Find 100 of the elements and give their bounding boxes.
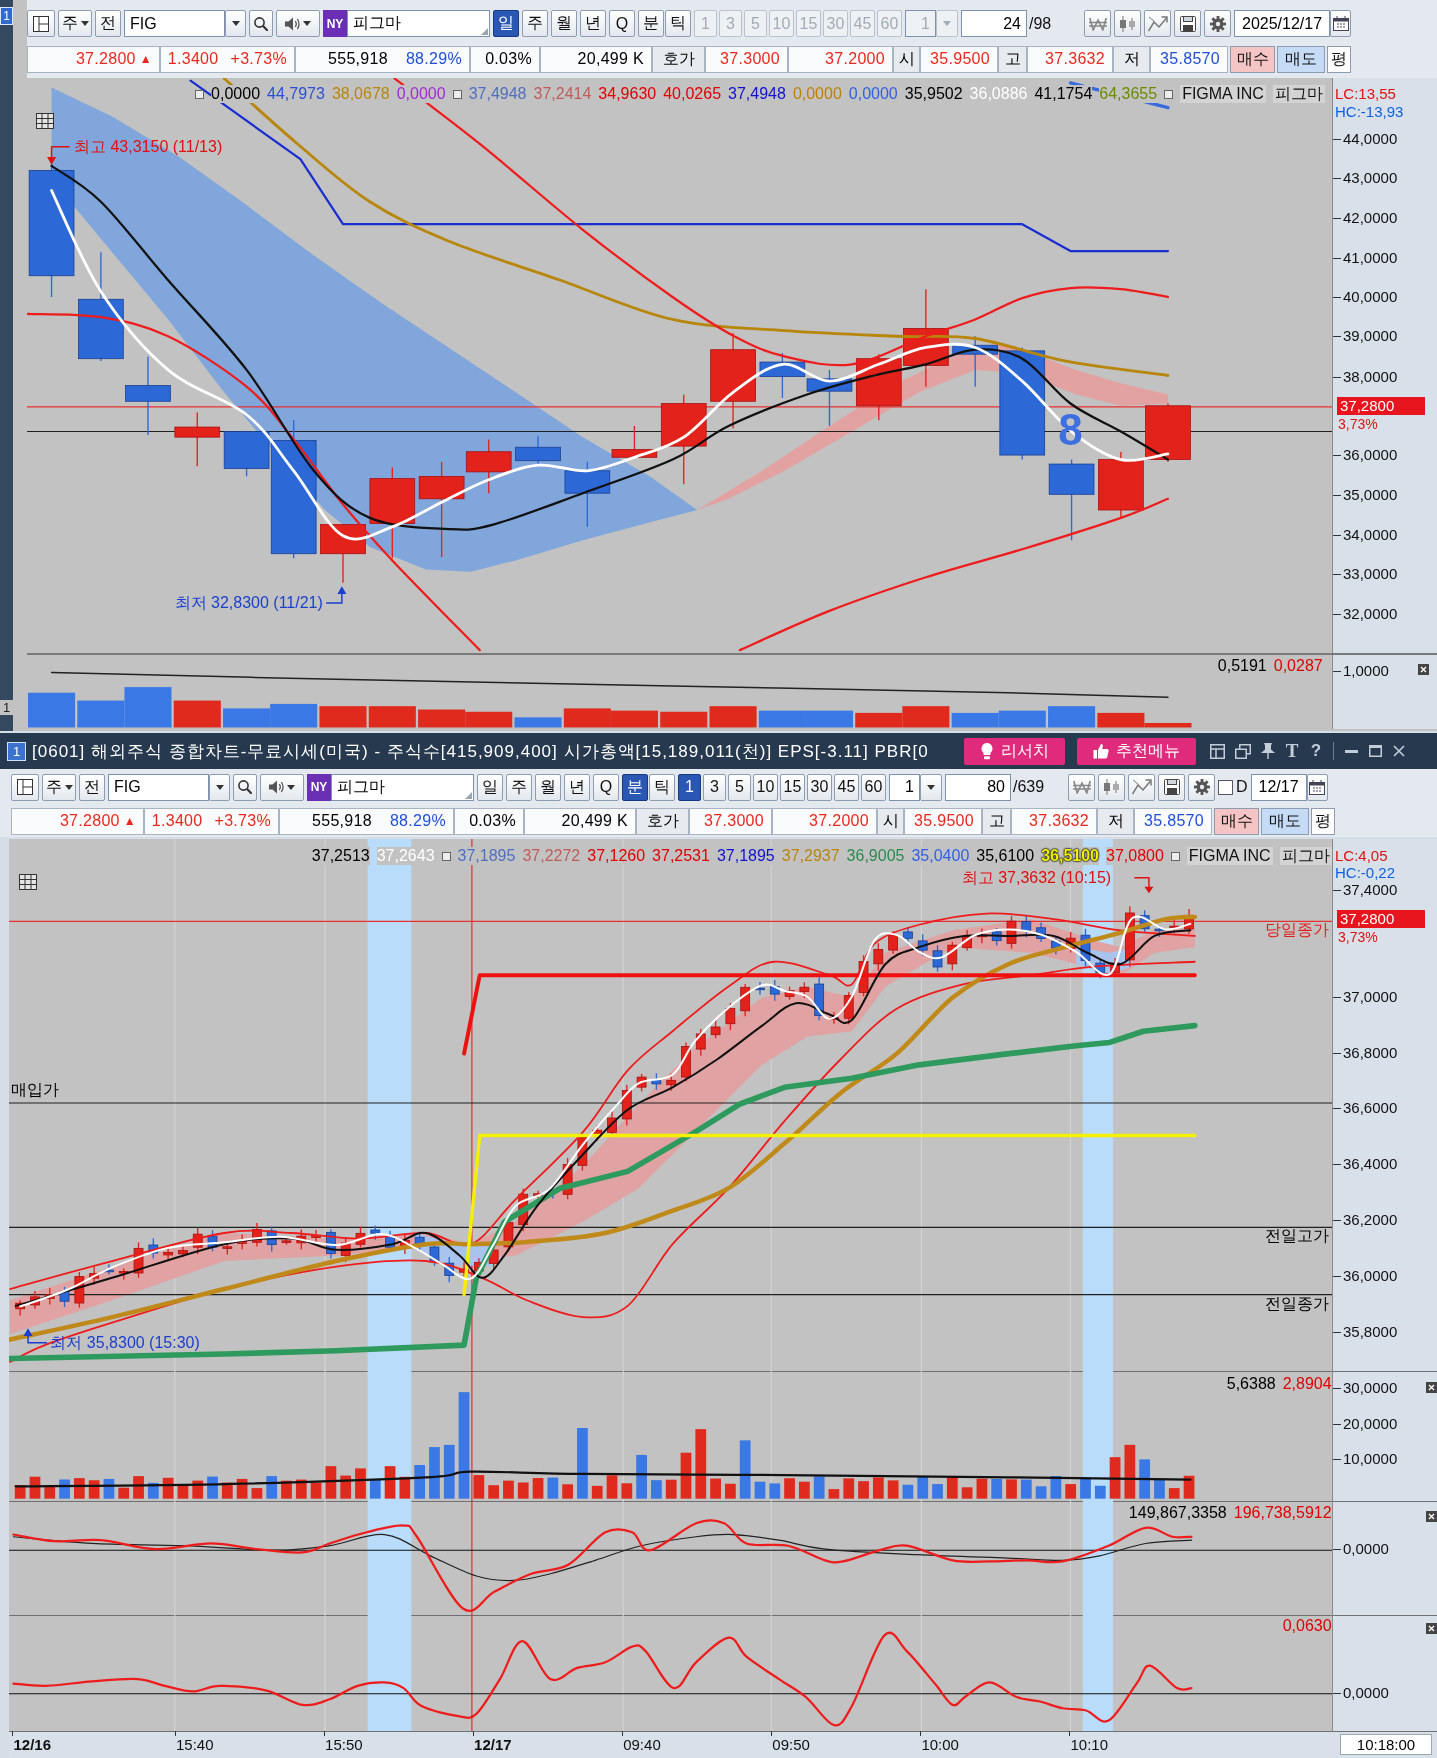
settings-button[interactable] xyxy=(1188,773,1215,801)
period-tab[interactable]: 년 xyxy=(580,10,606,37)
legend-value: 37,2937 xyxy=(781,847,840,866)
bar-count-field[interactable]: 80 xyxy=(945,773,1011,801)
symbol-field[interactable]: FIG xyxy=(108,773,209,801)
interval-button[interactable]: 60 xyxy=(861,773,886,801)
close-icon xyxy=(1393,745,1405,757)
period-tab[interactable]: 분 xyxy=(638,10,664,37)
help-button[interactable]: ? xyxy=(1309,740,1323,762)
interval-button[interactable]: 3 xyxy=(703,773,726,801)
recommend-menu-button[interactable]: 추천메뉴 xyxy=(1077,737,1196,765)
all-button[interactable]: 전 xyxy=(79,773,105,801)
interval-button[interactable]: 45 xyxy=(834,773,859,801)
search-button[interactable] xyxy=(233,773,257,801)
period-tab[interactable]: 월 xyxy=(535,773,561,801)
interval-button[interactable]: 10 xyxy=(753,773,778,801)
date-field[interactable]: 12/17 xyxy=(1250,773,1307,801)
legend-value: 37,1895 xyxy=(457,847,516,866)
close-icon xyxy=(1417,663,1429,675)
research-button[interactable]: 리서치 xyxy=(964,737,1065,765)
balance-button[interactable]: 평 xyxy=(1327,45,1351,73)
thumbs-up-icon xyxy=(1093,743,1109,759)
settings-button[interactable] xyxy=(1204,10,1231,37)
candlestick-button[interactable] xyxy=(1114,10,1141,37)
name-field[interactable]: 피그마 xyxy=(331,773,474,801)
text-tool-button[interactable]: T xyxy=(1285,740,1299,762)
falling-candlestick xyxy=(806,369,853,427)
bid-price: 37.2000 xyxy=(772,807,877,835)
interval-button[interactable]: 1 xyxy=(678,773,701,801)
balance-button[interactable]: 평 xyxy=(1311,807,1335,835)
period-tab[interactable]: Q xyxy=(609,10,635,37)
layout-button[interactable] xyxy=(11,773,39,801)
legend-value: 35,6100 xyxy=(976,847,1035,866)
period-tab[interactable]: 월 xyxy=(551,10,577,37)
period-tab[interactable]: 일 xyxy=(477,773,503,801)
candlestick-button[interactable] xyxy=(1098,773,1125,801)
interval-button[interactable]: 5 xyxy=(728,773,751,801)
caret-icon xyxy=(303,21,311,26)
period-tab[interactable]: 분 xyxy=(622,773,648,801)
buy-button[interactable]: 매수 xyxy=(1214,807,1259,835)
sell-button[interactable]: 매도 xyxy=(1261,807,1309,835)
market-dropdown[interactable]: 주 xyxy=(42,773,76,801)
save-button[interactable] xyxy=(1158,773,1185,801)
symbol-field[interactable]: FIG xyxy=(124,10,225,37)
close-panel-button[interactable] xyxy=(1417,663,1429,675)
sound-button[interactable] xyxy=(276,10,320,37)
period-tab[interactable]: 틱 xyxy=(665,10,691,37)
market-dropdown[interactable]: 주 xyxy=(58,10,92,37)
axis-label: 43,0000 xyxy=(1343,169,1398,188)
open-label: 시 xyxy=(877,807,904,835)
interval-button[interactable]: 15 xyxy=(780,773,805,801)
chart-tool-button[interactable] xyxy=(1128,773,1155,801)
all-button[interactable]: 전 xyxy=(95,10,121,37)
multiplier-field[interactable]: 1 xyxy=(889,773,920,801)
close-panel-button[interactable] xyxy=(1425,1382,1437,1394)
currency-button[interactable] xyxy=(1068,773,1095,801)
interval-button[interactable]: 30 xyxy=(807,773,832,801)
square-marker-icon xyxy=(1164,89,1174,99)
calendar-button[interactable] xyxy=(1330,10,1352,37)
legend-value: 0,0000 xyxy=(396,85,446,104)
period-tab[interactable]: 년 xyxy=(564,773,590,801)
high-label: 고 xyxy=(998,45,1027,73)
speaker-icon xyxy=(269,780,284,794)
volume-bar xyxy=(319,706,367,728)
sound-button[interactable] xyxy=(260,773,304,801)
axis-label: 34,0000 xyxy=(1343,525,1398,544)
period-tab[interactable]: 틱 xyxy=(649,773,675,801)
square-marker-icon xyxy=(452,89,462,99)
layout-button[interactable] xyxy=(27,10,55,37)
dropdown-button[interactable] xyxy=(920,773,942,801)
legend-value: 40,0265 xyxy=(663,85,722,104)
close-icon xyxy=(1425,1382,1437,1394)
name-field[interactable]: 피그마 xyxy=(347,10,490,37)
currency-button[interactable] xyxy=(1084,10,1111,37)
dropdown-button[interactable] xyxy=(225,10,246,37)
axis-label: 37,4000 xyxy=(1343,881,1398,899)
buy-button[interactable]: 매수 xyxy=(1230,45,1275,73)
axis-label: 0,0000 xyxy=(1343,1540,1389,1559)
chart-tool-button[interactable] xyxy=(1144,10,1171,37)
period-tab[interactable]: Q xyxy=(593,773,619,801)
save-button[interactable] xyxy=(1174,10,1201,37)
period-tab[interactable]: 주 xyxy=(522,10,548,37)
period-tab[interactable]: 주 xyxy=(506,773,532,801)
daily-checkbox[interactable] xyxy=(1218,779,1233,795)
calendar-button[interactable] xyxy=(1306,773,1328,801)
close-panel-button[interactable] xyxy=(1425,1623,1437,1635)
caret-icon xyxy=(215,784,224,790)
period-tab[interactable]: 일 xyxy=(493,10,519,37)
bar-total-label: /98 xyxy=(1028,14,1052,33)
bar-count-field[interactable]: 24 xyxy=(961,10,1027,37)
volume-bar xyxy=(223,708,271,728)
pin-button[interactable] xyxy=(1261,740,1275,762)
legend-value: 37,2272 xyxy=(522,847,581,866)
caret-icon xyxy=(80,21,89,26)
dropdown-button[interactable] xyxy=(209,773,230,801)
close-panel-button[interactable] xyxy=(1425,1511,1437,1522)
search-button[interactable] xyxy=(249,10,273,37)
date-field[interactable]: 2025/12/17 xyxy=(1234,10,1331,37)
bid-ask-label: 호가 xyxy=(636,807,689,835)
sell-button[interactable]: 매도 xyxy=(1277,45,1325,73)
